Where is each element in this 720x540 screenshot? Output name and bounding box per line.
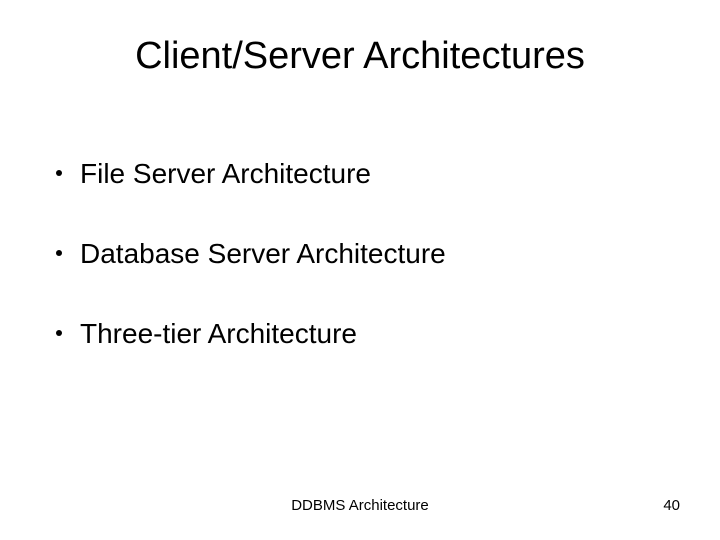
bullet-icon [56, 250, 62, 256]
bullet-text: File Server Architecture [80, 158, 371, 189]
bullet-text: Database Server Architecture [80, 238, 446, 269]
footer-label: DDBMS Architecture [291, 497, 429, 514]
bullet-icon [56, 170, 62, 176]
slide-title: Client/Server Architectures [50, 35, 670, 78]
bullet-list: File Server Architecture Database Server… [50, 158, 670, 350]
bullet-text: Three-tier Architecture [80, 318, 357, 349]
page-number: 40 [663, 497, 680, 514]
list-item: Database Server Architecture [50, 238, 670, 270]
list-item: Three-tier Architecture [50, 318, 670, 350]
slide-container: Client/Server Architectures File Server … [0, 0, 720, 540]
list-item: File Server Architecture [50, 158, 670, 190]
bullet-icon [56, 330, 62, 336]
